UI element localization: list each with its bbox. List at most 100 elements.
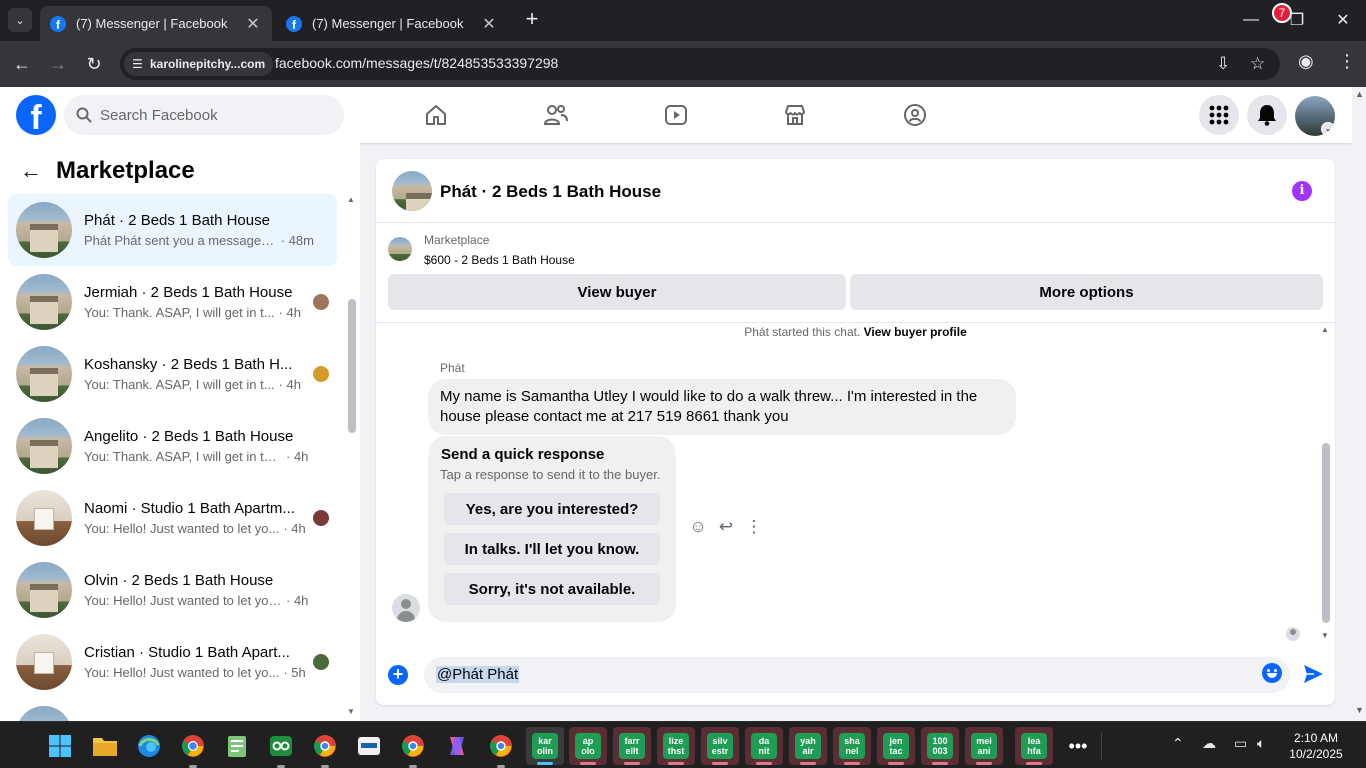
browser-tab-active[interactable]: f (7) Messenger | Facebook ✕ [40, 6, 272, 41]
taskbar-app-tile[interactable]: mei ani [965, 727, 1003, 765]
file-explorer-icon[interactable] [88, 729, 122, 763]
taskbar-app-tile[interactable]: da nit [745, 727, 783, 765]
info-icon[interactable]: i [1292, 181, 1312, 201]
facebook-logo[interactable]: f [16, 95, 56, 135]
chrome-icon[interactable] [176, 729, 210, 768]
taskbar-app-tile[interactable]: sha nel [833, 727, 871, 765]
close-window-button[interactable]: ✕ [1320, 6, 1366, 34]
chrome-profile-icon[interactable] [396, 729, 430, 768]
taskbar-app-tile[interactable]: farr ellt [613, 727, 651, 765]
account-avatar[interactable]: ⌄ [1295, 96, 1335, 136]
tab-search-button[interactable]: ⌄ [8, 8, 32, 32]
address-bar[interactable]: ☰ karolinepitchy...com facebook.com/mess… [120, 48, 1280, 80]
profile-icon[interactable]: ◉ [1298, 51, 1314, 72]
back-button[interactable]: ← [9, 51, 35, 77]
tab-title: (7) Messenger | Facebook [76, 16, 228, 31]
view-buyer-button[interactable]: View buyer [388, 274, 846, 310]
view-buyer-profile-link[interactable]: View buyer profile [864, 325, 967, 339]
onedrive-cloud-icon[interactable]: ☁ [1202, 735, 1216, 752]
scroll-down-arrow-icon[interactable]: ▼ [347, 707, 355, 716]
app-icon-white[interactable] [352, 729, 386, 763]
install-app-icon[interactable]: ⇩ [1216, 54, 1230, 74]
app-icon-green[interactable] [264, 729, 298, 768]
conversation-item[interactable]: Olvin · 2 Beds 1 Bath House You: Hello! J… [8, 554, 337, 626]
chat-title[interactable]: Phát · 2 Beds 1 Bath House [440, 182, 661, 202]
home-icon[interactable] [422, 101, 450, 129]
taskbar-app-tile[interactable]: lea hfa [1015, 727, 1053, 765]
scroll-down-arrow-icon[interactable]: ▼ [1321, 631, 1329, 640]
more-actions-icon[interactable]: ⋮ [740, 517, 768, 537]
mention-text[interactable]: @Phát Phát [436, 666, 520, 683]
volume-icon[interactable]: 🔈︎ [1257, 735, 1265, 752]
marketplace-listing-row[interactable]: Marketplace $600 - 2 Beds 1 Bath House [388, 233, 575, 267]
reload-button[interactable]: ↻ [81, 51, 107, 77]
chat-scrollbar[interactable]: ▲ ▼ [1320, 325, 1332, 641]
friends-icon[interactable] [542, 101, 570, 129]
grid-icon [1209, 105, 1229, 125]
menu-kebab-icon[interactable]: ⋮ [1338, 51, 1356, 72]
quick-response-yes-button[interactable]: Yes, are you interested? [444, 493, 660, 525]
left-scrollbar[interactable]: ▲ ▼ [346, 143, 358, 721]
conversation-item[interactable]: Naomi · Studio 1 Bath Apartm... You: Hell… [8, 482, 337, 554]
url-text[interactable]: facebook.com/messages/t/824853533397298 [275, 55, 558, 71]
scrollbar-thumb[interactable] [1322, 443, 1330, 623]
more-apps-icon[interactable]: ••• [1061, 729, 1095, 763]
listing-avatar[interactable] [392, 171, 432, 211]
taskbar-app-tile[interactable]: jen tac [877, 727, 915, 765]
back-arrow-icon[interactable]: ← [20, 158, 42, 184]
site-info-chip[interactable]: ☰ karolinepitchy...com [124, 52, 274, 76]
conversation-item[interactable]: Jermiah · 2 Beds 1 Bath House You: Thank.… [8, 266, 337, 338]
reply-icon[interactable]: ↩ [712, 517, 740, 537]
taskbar-app-tile[interactable]: lize thst [657, 727, 695, 765]
conversation-item[interactable]: Angelito · 2 Beds 1 Bath House You: Thank… [8, 410, 337, 482]
search-facebook-input[interactable]: Search Facebook [64, 95, 344, 135]
menu-grid-button[interactable] [1199, 95, 1239, 135]
edge-browser-icon[interactable] [132, 729, 166, 763]
taskbar-app-tile[interactable]: yah air [789, 727, 827, 765]
minimize-button[interactable]: — [1228, 6, 1274, 34]
taskbar-app-tile[interactable]: kar olin [526, 727, 564, 765]
conversation-item[interactable]: Koshansky · 2 Beds 1 Bath H... You: Thank… [8, 338, 337, 410]
marketplace-icon[interactable] [781, 101, 809, 129]
chevron-up-icon[interactable]: ⌃ [1172, 735, 1184, 752]
scroll-up-arrow-icon[interactable]: ▲ [1355, 89, 1364, 99]
sender-avatar[interactable] [392, 594, 420, 622]
notepad-icon[interactable] [220, 729, 254, 763]
more-options-button[interactable]: More options [850, 274, 1323, 310]
network-icon[interactable]: ▭ [1234, 735, 1247, 752]
forward-button[interactable]: → [45, 51, 71, 77]
emoji-icon[interactable] [1262, 663, 1282, 683]
conversation-item[interactable]: Cristian · Studio 1 Bath Apart... You: He… [8, 626, 337, 698]
react-emoji-icon[interactable]: ☺ [684, 517, 712, 537]
plus-icon[interactable]: + [388, 665, 408, 685]
start-windows-icon[interactable] [43, 729, 77, 763]
message-input[interactable]: @Phát Phát [424, 657, 1290, 693]
scrollbar-thumb[interactable] [348, 299, 356, 433]
groups-icon[interactable] [901, 101, 929, 129]
chrome-profile-icon[interactable] [484, 729, 518, 768]
copilot-icon[interactable] [440, 729, 474, 763]
page-scrollbar[interactable]: ▲ ▼ [1352, 87, 1366, 721]
notifications-button[interactable] [1247, 95, 1287, 135]
scroll-down-arrow-icon[interactable]: ▼ [1355, 705, 1364, 715]
quick-response-in-talks-button[interactable]: In talks. I'll let you know. [444, 533, 660, 565]
bookmark-star-icon[interactable]: ☆ [1250, 54, 1265, 74]
close-tab-icon[interactable]: ✕ [244, 14, 262, 34]
conversation-item[interactable]: Phát · 2 Beds 1 Bath House Phát Phát sent… [8, 194, 337, 266]
marketplace-conversation-list: ← Marketplace Phát · 2 Beds 1 Bath House… [0, 143, 360, 721]
conversation-item[interactable]: Kevin · 2 Beds 1 Bath H... [8, 698, 337, 721]
taskbar-app-tile[interactable]: silv estr [701, 727, 739, 765]
watch-video-icon[interactable] [662, 101, 690, 129]
taskbar-app-tile[interactable]: 100 003 [921, 727, 959, 765]
scroll-up-arrow-icon[interactable]: ▲ [1321, 325, 1329, 334]
system-clock[interactable]: 2:10 AM 10/2/2025 [1280, 730, 1352, 762]
scroll-up-arrow-icon[interactable]: ▲ [347, 195, 355, 204]
send-icon[interactable] [1302, 663, 1324, 685]
new-tab-button[interactable]: + [520, 8, 544, 32]
browser-tab[interactable]: f (7) Messenger | Facebook ✕ [276, 6, 508, 41]
chrome-profile-icon[interactable] [308, 729, 342, 768]
close-tab-icon[interactable]: ✕ [480, 14, 498, 34]
incoming-message-bubble[interactable]: My name is Samantha Utley I would like t… [428, 379, 1016, 435]
quick-response-not-available-button[interactable]: Sorry, it's not available. [444, 573, 660, 605]
taskbar-app-tile[interactable]: ap olo [569, 727, 607, 765]
